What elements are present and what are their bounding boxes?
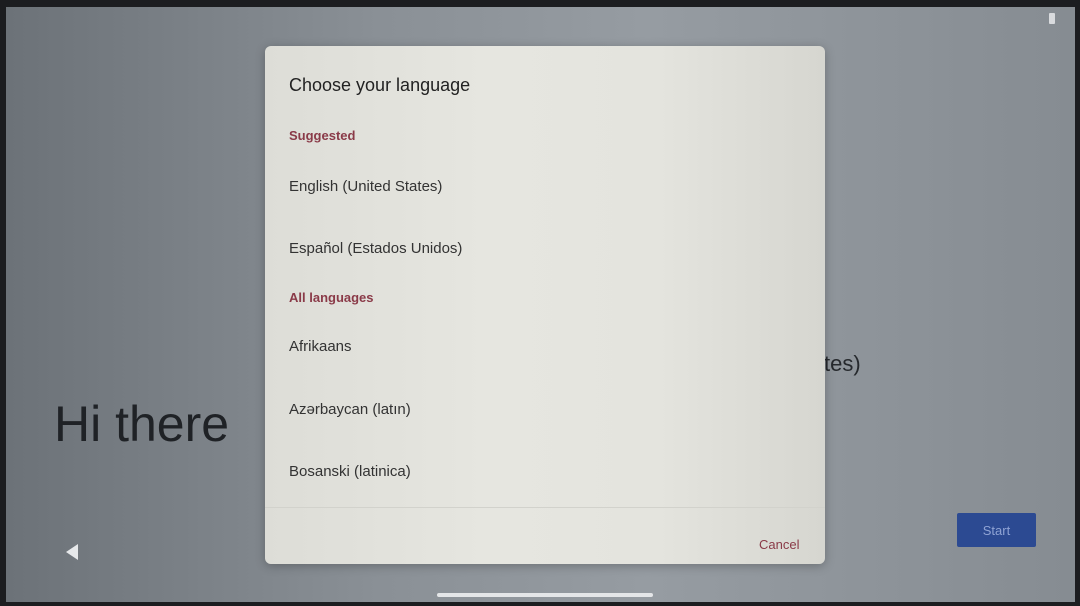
section-header-suggested: Suggested <box>289 128 356 143</box>
section-header-all-languages: All languages <box>289 290 374 305</box>
home-bar[interactable] <box>437 593 653 597</box>
language-item-english-us[interactable]: English (United States) <box>289 178 789 195</box>
battery-icon <box>1049 13 1055 24</box>
screen: Hi there tes) Start Choose your language… <box>6 7 1075 602</box>
language-dialog: Choose your language Suggested English (… <box>265 46 825 564</box>
language-item-afrikaans[interactable]: Afrikaans <box>289 338 789 355</box>
back-icon[interactable] <box>66 544 78 560</box>
language-item-bosanski[interactable]: Bosanski (latinica) <box>289 463 789 480</box>
dialog-title: Choose your language <box>289 75 471 95</box>
language-item-espanol-us[interactable]: Español (Estados Unidos) <box>289 240 789 257</box>
dialog-divider <box>265 507 825 508</box>
language-item-azerbaycan[interactable]: Azərbaycan (latın) <box>289 401 789 418</box>
cancel-button[interactable]: Cancel <box>759 537 799 552</box>
greeting-heading: Hi there <box>54 396 230 452</box>
start-button[interactable]: Start <box>957 513 1036 547</box>
current-language-text[interactable]: tes) <box>824 351 861 377</box>
